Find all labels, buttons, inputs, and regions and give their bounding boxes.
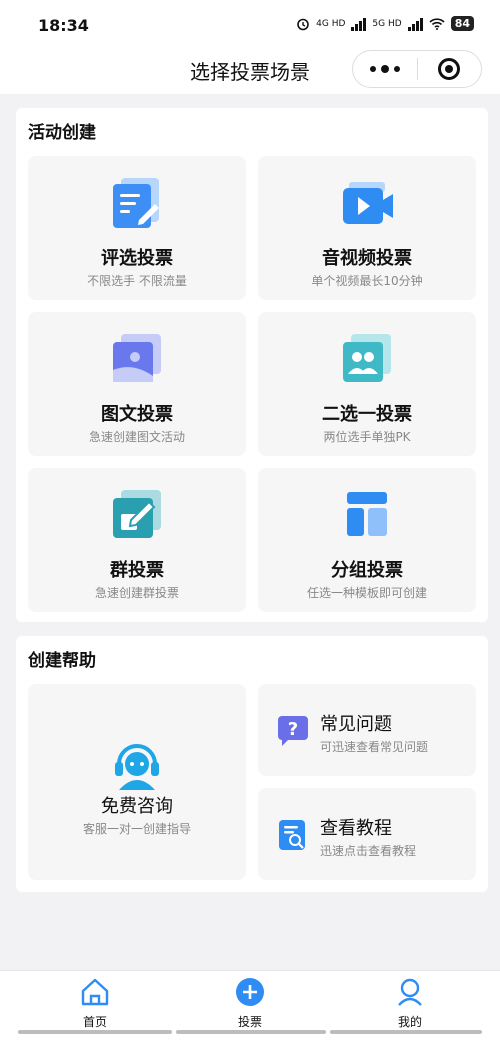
- alarm-icon: [297, 18, 309, 30]
- target-circle-icon: [438, 58, 461, 80]
- card-subtitle: 两位选手单独PK: [323, 430, 411, 444]
- group-edit-icon: [113, 490, 161, 538]
- help-panel: 创建帮助 免费咨询 客服一对一创建指导 ? 常见问题 可迅速查看常见问题 查看教…: [16, 636, 488, 892]
- phone-screen: 18:34 4G HD 5G HD 84 选择投票场景 活动创建 评选投票 不限…: [0, 0, 500, 1040]
- help-item-subtitle: 迅速点击查看教程: [320, 844, 417, 858]
- card-subtitle: 任选一种模板即可创建: [306, 586, 427, 600]
- card-subtitle: 不限选手 不限流量: [87, 274, 187, 288]
- two-users-icon: [343, 334, 391, 382]
- card-title: 评选投票: [101, 248, 173, 269]
- more-button[interactable]: [353, 51, 417, 87]
- card-pk-vote[interactable]: 二选一投票 两位选手单独PK: [258, 312, 476, 456]
- card-rating-vote[interactable]: 评选投票 不限选手 不限流量: [28, 156, 246, 300]
- more-dots-icon: [369, 65, 400, 73]
- search-doc-icon: [279, 820, 305, 850]
- card-title: 群投票: [110, 560, 164, 581]
- mini-program-capsule: [352, 50, 482, 88]
- status-icons: 4G HD 5G HD 84: [296, 16, 474, 31]
- tab-vote[interactable]: 投票: [190, 977, 310, 1030]
- document-edit-icon: [113, 178, 159, 228]
- card-title: 图文投票: [101, 404, 173, 425]
- wifi-icon: [429, 17, 445, 30]
- create-panel: 活动创建 评选投票 不限选手 不限流量 音视频投票 单个视频最长10分钟 图文投…: [16, 108, 488, 622]
- card-group-chat-vote[interactable]: 群投票 急速创建群投票: [28, 468, 246, 612]
- card-grouped-vote[interactable]: 分组投票 任选一种模板即可创建: [258, 468, 476, 612]
- plus-circle-icon: [236, 978, 264, 1006]
- tab-mine[interactable]: 我的: [350, 977, 470, 1030]
- tab-label: 投票: [237, 1015, 262, 1029]
- video-camera-icon: [343, 182, 393, 224]
- network-label-1: 4G HD: [316, 18, 346, 29]
- help-item-title: 常见问题: [320, 714, 392, 735]
- create-section-title: 活动创建: [28, 123, 96, 143]
- card-free-consult[interactable]: 免费咨询 客服一对一创建指导: [28, 684, 246, 880]
- card-title: 二选一投票: [322, 404, 412, 425]
- card-av-vote[interactable]: 音视频投票 单个视频最长10分钟: [258, 156, 476, 300]
- card-title: 免费咨询: [101, 796, 173, 817]
- image-icon: [113, 334, 161, 382]
- user-icon: [398, 978, 422, 1006]
- home-indicator-right: [330, 1030, 482, 1034]
- tab-bar: 首页 投票 我的: [0, 970, 500, 1040]
- signal-icon: [351, 17, 367, 31]
- network-label-2: 5G HD: [372, 18, 402, 29]
- card-title: 音视频投票: [322, 248, 412, 269]
- home-indicator-mid: [176, 1030, 326, 1034]
- signal-icon-2: [407, 17, 423, 31]
- battery-indicator: 84: [450, 16, 474, 31]
- help-item-subtitle: 可迅速查看常见问题: [320, 740, 429, 754]
- tab-label: 首页: [82, 1015, 107, 1029]
- help-item-title: 查看教程: [320, 818, 392, 839]
- card-title: 分组投票: [331, 560, 403, 581]
- card-faq[interactable]: ? 常见问题 可迅速查看常见问题: [258, 684, 476, 776]
- svg-text:?: ?: [288, 719, 298, 740]
- card-subtitle: 急速创建图文活动: [88, 430, 185, 444]
- card-subtitle: 单个视频最长10分钟: [311, 274, 423, 288]
- card-subtitle: 客服一对一创建指导: [82, 822, 191, 836]
- home-indicator-left: [18, 1030, 172, 1034]
- status-bar: 18:34 4G HD 5G HD 84: [0, 0, 500, 46]
- close-button[interactable]: [418, 51, 482, 87]
- headset-icon: [115, 744, 159, 790]
- tab-label: 我的: [397, 1015, 422, 1029]
- nav-bar: 选择投票场景: [0, 46, 500, 94]
- card-image-text-vote[interactable]: 图文投票 急速创建图文活动: [28, 312, 246, 456]
- question-bubble-icon: ?: [278, 716, 308, 746]
- status-time: 18:34: [38, 16, 89, 35]
- layout-grid-icon: [347, 492, 387, 536]
- help-section-title: 创建帮助: [28, 651, 96, 671]
- card-subtitle: 急速创建群投票: [94, 586, 179, 600]
- card-tutorial[interactable]: 查看教程 迅速点击查看教程: [258, 788, 476, 880]
- tab-home[interactable]: 首页: [35, 977, 155, 1030]
- home-icon: [81, 978, 109, 1006]
